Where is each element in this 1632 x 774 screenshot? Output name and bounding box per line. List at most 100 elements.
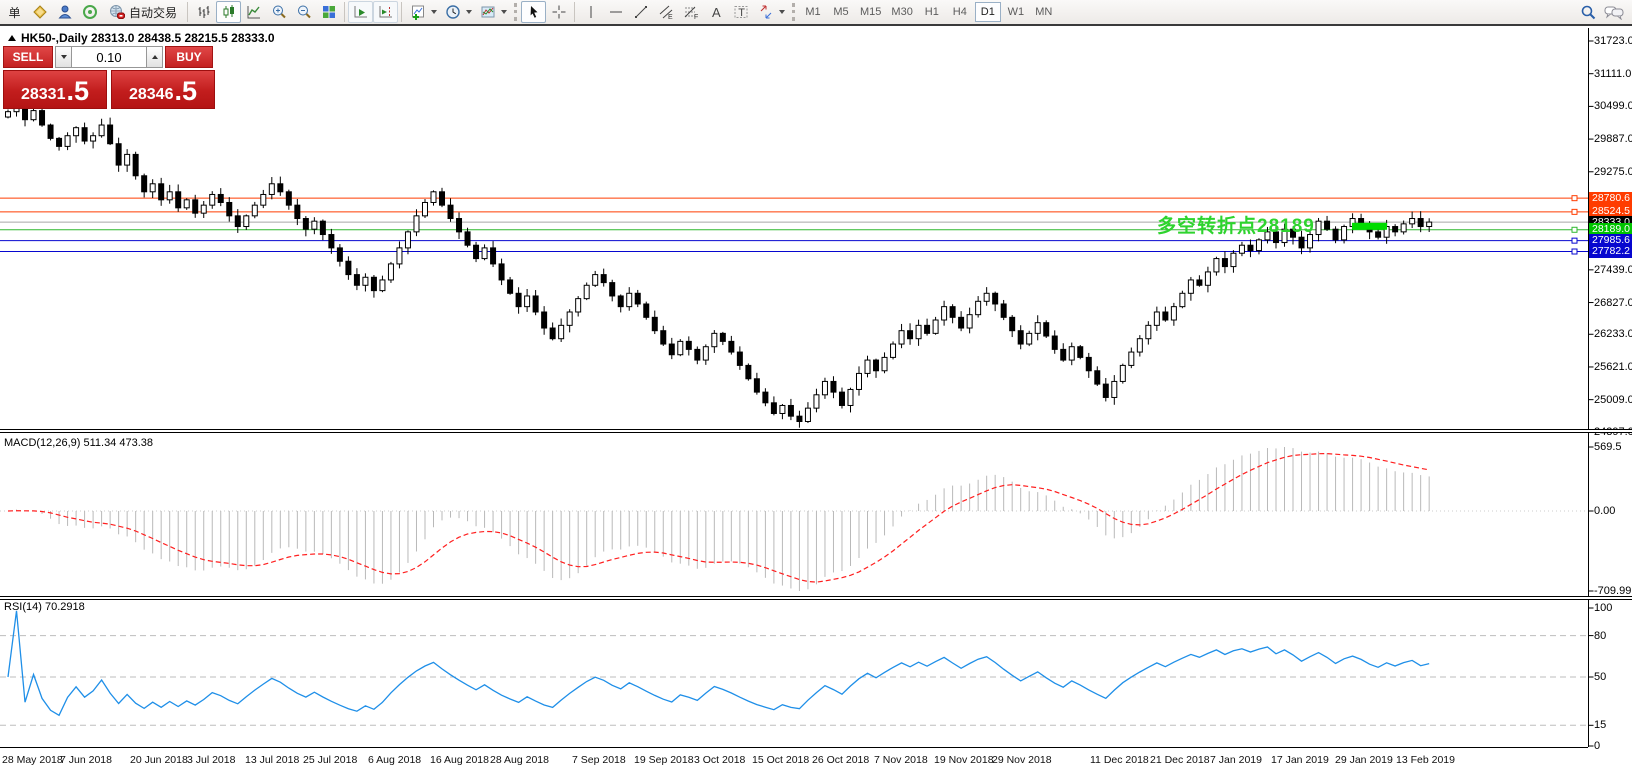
candle-body [745, 364, 752, 380]
timeframe-d1[interactable]: D1 [974, 2, 1001, 22]
toolbar-separator [401, 2, 403, 22]
candle-body [251, 204, 258, 217]
candle-body [209, 193, 216, 206]
main-macd-splitter[interactable] [0, 429, 1632, 433]
new-order-button[interactable]: 单 [2, 1, 27, 23]
arrows-tool[interactable] [753, 1, 778, 23]
timeframe-mn[interactable]: MN [1031, 2, 1057, 22]
horizontal-line-tool[interactable] [603, 1, 628, 23]
timeframe-m30[interactable]: M30 [887, 2, 916, 22]
timeframe-group: M1 M5 M15 M30 H1 H4 D1 W1 MN [799, 2, 1058, 22]
community-icon[interactable] [52, 1, 77, 23]
date-label-19: 7 Jan 2019 [1210, 754, 1262, 766]
candle-body [39, 110, 46, 126]
trendline-tool[interactable] [628, 1, 653, 23]
arrows-dropdown-caret[interactable] [779, 10, 786, 14]
toolbar-drag-handle[interactable] [792, 3, 796, 21]
equidistant-channel-tool[interactable]: E [653, 1, 678, 23]
timeframe-w1[interactable]: W1 [1003, 2, 1029, 22]
text-tool[interactable]: A [703, 1, 728, 23]
candle-body [387, 263, 394, 281]
date-label-8: 28 Aug 2018 [490, 754, 549, 766]
text-label-tool[interactable]: T [728, 1, 753, 23]
candle-body [277, 183, 284, 193]
chat-button[interactable] [1601, 1, 1626, 23]
pivot-zone-box[interactable] [1352, 222, 1387, 230]
candle-body [541, 311, 548, 329]
candle-body [694, 348, 701, 361]
candle-body [362, 276, 369, 286]
bar-chart-button[interactable] [191, 1, 216, 23]
volume-input[interactable] [72, 46, 146, 68]
market-depth-icon[interactable] [27, 1, 52, 23]
market-watch-icon[interactable] [77, 1, 102, 23]
periods-button[interactable] [440, 1, 465, 23]
candle-body [1043, 322, 1050, 337]
buy-button[interactable]: BUY [165, 46, 213, 68]
candle-body [30, 110, 37, 121]
periods-dropdown-caret[interactable] [466, 10, 473, 14]
price-tick-30499.0: 30499.0 [1594, 100, 1632, 113]
templates-button[interactable] [475, 1, 500, 23]
new-chart-button[interactable] [405, 1, 430, 23]
candle-body [992, 292, 999, 305]
candle-body [319, 220, 326, 236]
vertical-line-tool[interactable] [578, 1, 603, 23]
buy-price-box[interactable]: 28346 .5 [111, 70, 215, 109]
one-click-trading-panel: SELL BUY 28331 .5 28346 .5 [3, 46, 215, 109]
zoom-out-button[interactable] [291, 1, 316, 23]
candle-body [668, 343, 675, 356]
candle-body [1332, 228, 1339, 241]
fibonacci-tool[interactable]: F [678, 1, 703, 23]
candle-body [1187, 279, 1194, 294]
text-label-icon: T [734, 6, 748, 19]
auto-scroll-button[interactable] [348, 1, 374, 23]
candle-body [1119, 364, 1126, 382]
candle-body [98, 124, 105, 137]
candle-body [1085, 356, 1092, 372]
search-button[interactable] [1576, 1, 1601, 23]
date-label-6: 6 Aug 2018 [368, 754, 422, 766]
autotrading-button[interactable]: 自动交易 [102, 1, 184, 23]
pivot-annotation-text[interactable]: 多空转折点28189 [1157, 211, 1315, 238]
line-handle[interactable] [1571, 248, 1578, 255]
candle-body [1153, 311, 1160, 326]
timeframe-h4[interactable]: H4 [947, 2, 973, 22]
templates-dropdown-caret[interactable] [501, 10, 508, 14]
candle-body [1230, 252, 1237, 268]
candle-body [1102, 383, 1109, 398]
tile-windows-button[interactable] [316, 1, 341, 23]
candle-body [1375, 231, 1382, 238]
sell-price-box[interactable]: 28331 .5 [3, 70, 107, 109]
line-handle[interactable] [1571, 195, 1578, 202]
timeframe-m15[interactable]: M15 [856, 2, 885, 22]
line-handle[interactable] [1571, 208, 1578, 215]
candlestick-chart-button[interactable] [216, 1, 242, 23]
crosshair-tool-button[interactable] [546, 1, 571, 23]
line-chart-button[interactable] [241, 1, 266, 23]
collapse-arrow-icon[interactable] [8, 35, 16, 41]
timeframe-m5[interactable]: M5 [828, 2, 854, 22]
chart-title: HK50-,Daily 28313.0 28438.5 28215.5 2833… [21, 31, 275, 45]
auto-scroll-icon [354, 6, 367, 18]
volume-decrease-button[interactable] [55, 46, 72, 68]
macd-rsi-splitter[interactable] [0, 596, 1632, 600]
timeframe-m1[interactable]: M1 [800, 2, 826, 22]
candle-body [132, 153, 139, 177]
chart-shift-button[interactable] [373, 1, 399, 23]
chart-title-bar[interactable]: HK50-,Daily 28313.0 28438.5 28215.5 2833… [8, 31, 275, 45]
line-handle[interactable] [1571, 226, 1578, 233]
new-chart-dropdown-caret[interactable] [431, 10, 438, 14]
toolbar-drag-handle[interactable] [514, 3, 518, 21]
candle-body [1051, 335, 1058, 350]
zoom-in-button[interactable] [266, 1, 291, 23]
line-handle[interactable] [1571, 237, 1578, 244]
toolbar-separator [574, 2, 576, 22]
chart-canvas[interactable] [0, 28, 1632, 774]
text-a-icon: A [712, 5, 721, 20]
timeframe-h1[interactable]: H1 [919, 2, 945, 22]
volume-increase-button[interactable] [146, 46, 163, 68]
sell-button[interactable]: SELL [3, 46, 53, 68]
candle-body [490, 247, 497, 265]
cursor-tool-button[interactable] [521, 1, 547, 23]
